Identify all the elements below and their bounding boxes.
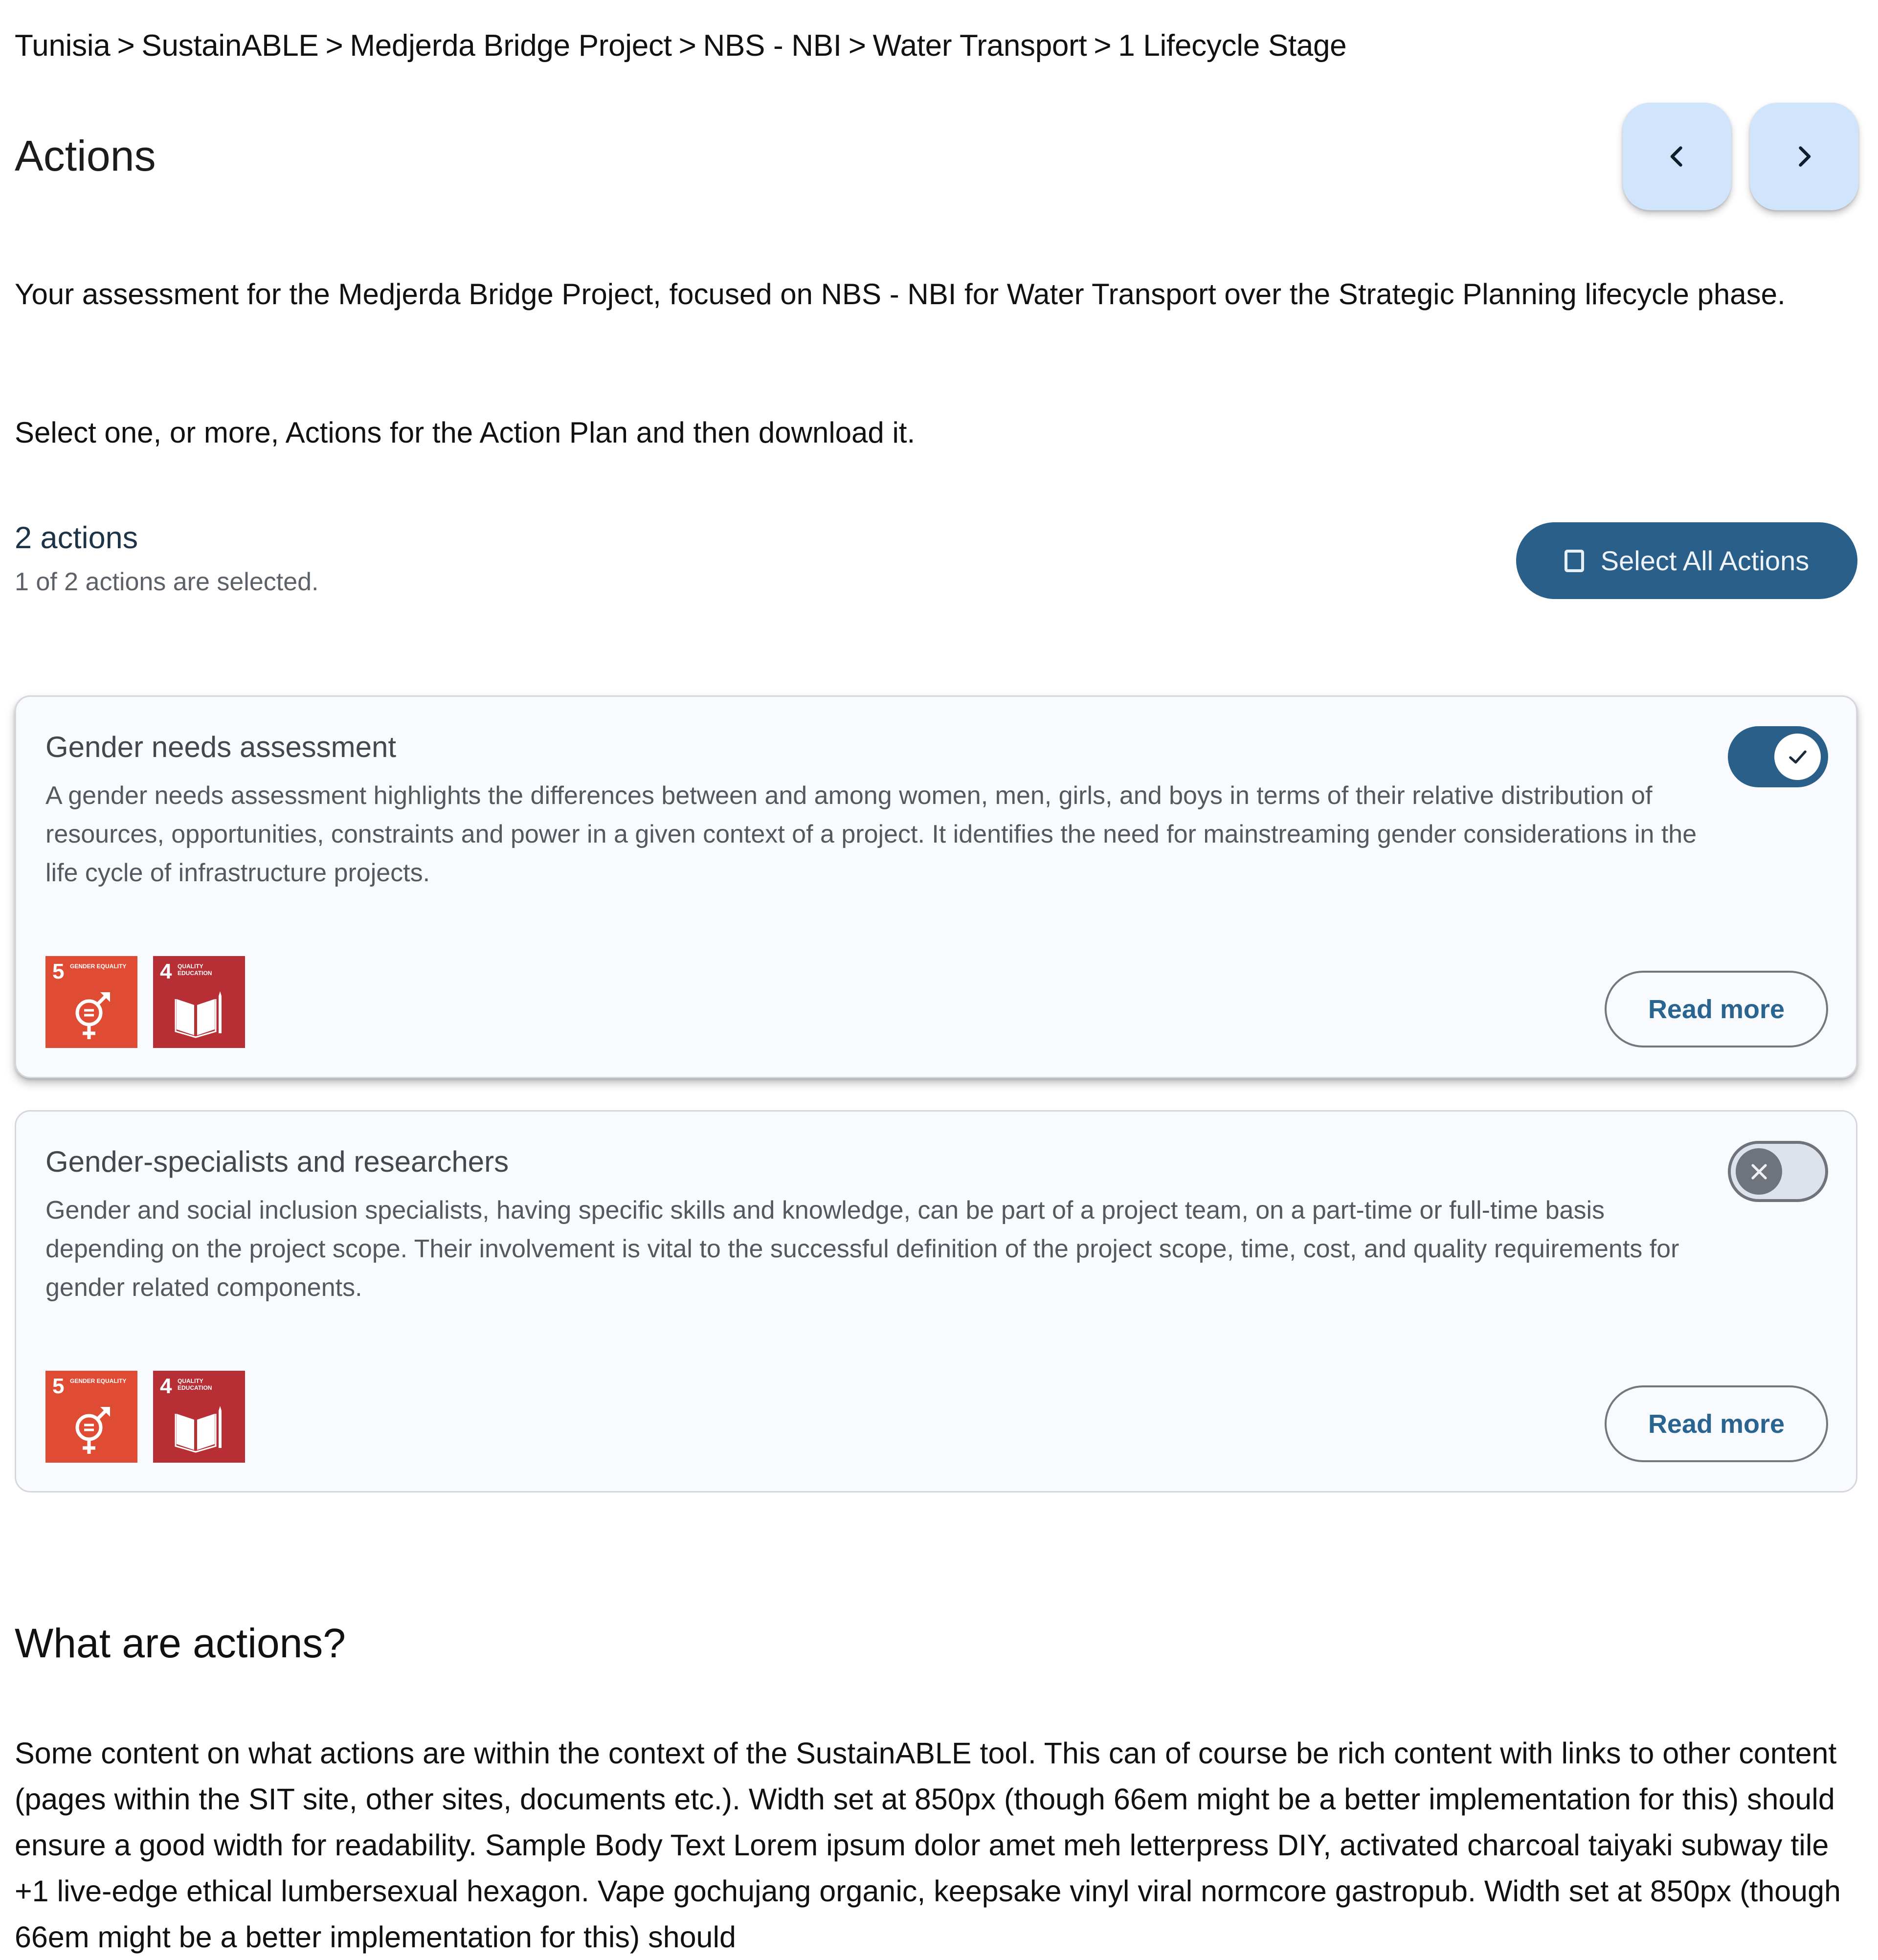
sdg-4-badge: 4 Quality Education bbox=[153, 1371, 245, 1463]
sdg-5-badge: 5 Gender Equality bbox=[45, 1371, 137, 1463]
breadcrumb-item-tool[interactable]: SustainABLE bbox=[141, 29, 318, 63]
breadcrumb-separator: > bbox=[117, 29, 135, 63]
action-select-toggle[interactable] bbox=[1728, 726, 1828, 787]
action-title: Gender-specialists and researchers bbox=[45, 1145, 509, 1178]
action-card: Gender-specialists and researchers Gende… bbox=[15, 1110, 1857, 1492]
sdg-label: Gender Equality bbox=[70, 1378, 127, 1384]
close-icon bbox=[1751, 1163, 1767, 1180]
action-select-toggle[interactable] bbox=[1728, 1141, 1828, 1202]
breadcrumb-separator: > bbox=[678, 29, 696, 63]
next-button[interactable] bbox=[1750, 103, 1858, 210]
sdg-label: Gender Equality bbox=[70, 963, 127, 970]
breadcrumb-item-country[interactable]: Tunisia bbox=[15, 29, 111, 63]
gender-equality-icon bbox=[75, 1407, 110, 1454]
action-card: Gender needs assessment A gender needs a… bbox=[15, 695, 1857, 1078]
sdg-label: Quality Education bbox=[178, 1378, 212, 1391]
check-icon bbox=[1789, 750, 1807, 763]
gender-equality-icon bbox=[75, 992, 110, 1039]
assessment-description: Your assessment for the Medjerda Bridge … bbox=[15, 278, 1786, 311]
book-pencil-icon bbox=[175, 1406, 222, 1453]
breadcrumb-separator: > bbox=[325, 29, 343, 63]
page-title: Actions bbox=[15, 132, 156, 180]
breadcrumb-item-project[interactable]: Medjerda Bridge Project bbox=[350, 29, 672, 63]
read-more-button[interactable]: Read more bbox=[1605, 971, 1828, 1047]
book-pencil-icon bbox=[175, 991, 222, 1038]
toggle-knob bbox=[1774, 734, 1821, 780]
breadcrumb: Tunisia > SustainABLE > Medjerda Bridge Proj… bbox=[15, 28, 1347, 63]
breadcrumb-item-sector[interactable]: Water Transport bbox=[873, 29, 1087, 63]
selected-count: 1 of 2 actions are selected. bbox=[15, 568, 319, 596]
chevron-right-icon bbox=[1799, 146, 1811, 167]
read-more-button[interactable]: Read more bbox=[1605, 1385, 1828, 1462]
sdg-number: 4 bbox=[160, 959, 172, 983]
sdg-5-badge: 5 Gender Equality bbox=[45, 956, 137, 1048]
breadcrumb-item-stage[interactable]: 1 Lifecycle Stage bbox=[1118, 29, 1346, 63]
select-all-actions-button[interactable]: Select All Actions bbox=[1516, 522, 1857, 599]
what-are-actions-heading: What are actions? bbox=[15, 1620, 346, 1666]
previous-button[interactable] bbox=[1623, 103, 1731, 210]
what-are-actions-body: Some content on what actions are within … bbox=[15, 1737, 1841, 1954]
instruction-text: Select one, or more, Actions for the Act… bbox=[15, 416, 916, 449]
sdg-number: 5 bbox=[52, 1374, 65, 1398]
checkbox-outline-icon bbox=[1564, 549, 1584, 572]
action-description: A gender needs assessment highlights the… bbox=[45, 781, 1697, 887]
breadcrumb-separator: > bbox=[1094, 29, 1112, 63]
chevron-left-icon bbox=[1670, 146, 1682, 167]
sdg-number: 4 bbox=[160, 1374, 172, 1398]
select-all-label: Select All Actions bbox=[1600, 545, 1810, 576]
actions-count: 2 actions bbox=[15, 521, 138, 555]
sdg-number: 5 bbox=[52, 959, 65, 983]
action-description: Gender and social inclusion specialists,… bbox=[45, 1196, 1679, 1302]
sdg-label: Quality Education bbox=[178, 963, 212, 977]
sdg-4-badge: 4 Quality Education bbox=[153, 956, 245, 1048]
toggle-knob bbox=[1736, 1148, 1782, 1195]
breadcrumb-separator: > bbox=[848, 29, 866, 63]
action-title: Gender needs assessment bbox=[45, 731, 397, 763]
breadcrumb-item-category[interactable]: NBS - NBI bbox=[703, 29, 842, 63]
